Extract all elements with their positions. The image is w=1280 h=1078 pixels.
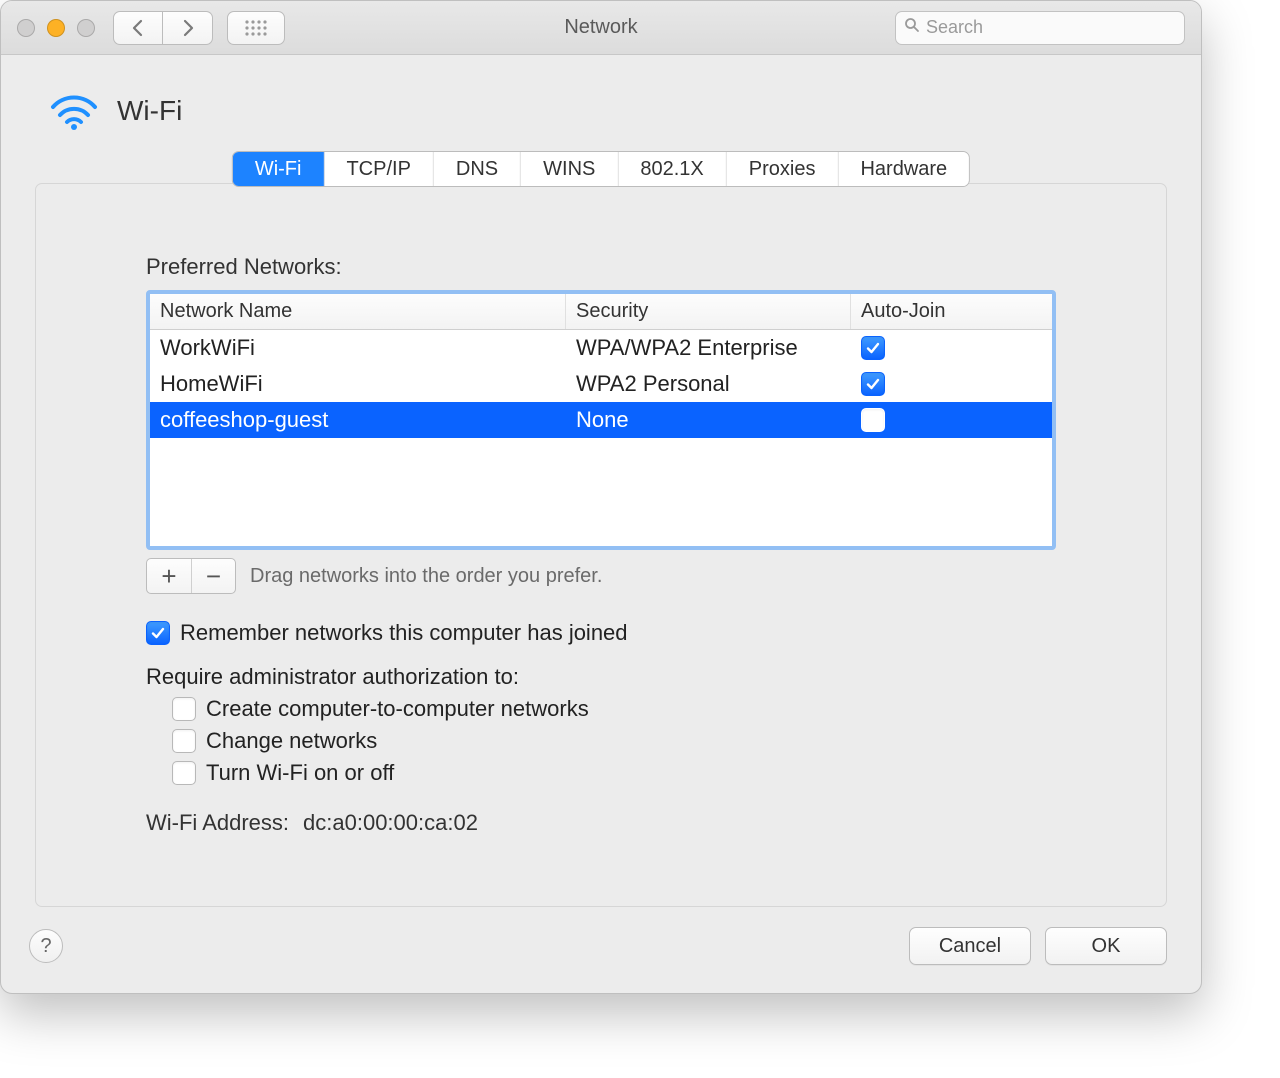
- network-preferences-window: Network Wi-Fi Wi-Fi: [0, 0, 1202, 994]
- tab-bar: Wi-FiTCP/IPDNSWINS802.1XProxiesHardware: [232, 151, 970, 187]
- section-title: Wi-Fi: [117, 95, 182, 127]
- search-icon: [904, 16, 920, 39]
- wifi-address-label: Wi-Fi Address:: [146, 810, 289, 836]
- network-row[interactable]: HomeWiFiWPA2 Personal: [150, 366, 1052, 402]
- require-admin-label: Require administrator authorization to:: [146, 664, 1056, 690]
- content-area: Wi-Fi Wi-FiTCP/IPDNSWINS802.1XProxiesHar…: [1, 55, 1201, 993]
- admin-option-row: Create computer-to-computer networks: [172, 696, 1056, 722]
- network-row[interactable]: coffeeshop-guestNone: [150, 402, 1052, 438]
- admin-option-checkbox[interactable]: [172, 697, 196, 721]
- back-button[interactable]: [113, 11, 163, 45]
- admin-option-label: Turn Wi-Fi on or off: [206, 760, 394, 786]
- cancel-button[interactable]: Cancel: [909, 927, 1031, 965]
- tab-8021x[interactable]: 802.1X: [618, 152, 726, 186]
- network-name: coffeeshop-guest: [150, 402, 566, 438]
- remember-networks-checkbox[interactable]: [146, 621, 170, 645]
- preferred-networks-table[interactable]: Network Name Security Auto-Join WorkWiFi…: [146, 290, 1056, 550]
- preferred-networks-label: Preferred Networks:: [146, 254, 1056, 280]
- help-button[interactable]: ?: [29, 929, 63, 963]
- admin-option-label: Create computer-to-computer networks: [206, 696, 589, 722]
- wifi-panel: Preferred Networks: Network Name Securit…: [35, 183, 1167, 907]
- admin-option-label: Change networks: [206, 728, 377, 754]
- section-header: Wi-Fi: [49, 91, 1167, 131]
- network-autojoin-cell: [851, 366, 1052, 402]
- remember-networks-label: Remember networks this computer has join…: [180, 620, 628, 646]
- table-header: Network Name Security Auto-Join: [150, 294, 1052, 330]
- network-name: HomeWiFi: [150, 366, 566, 402]
- network-autojoin-cell: [851, 330, 1052, 366]
- tab-proxies[interactable]: Proxies: [727, 152, 839, 186]
- add-remove-buttons: + −: [146, 558, 236, 594]
- admin-option-row: Turn Wi-Fi on or off: [172, 760, 1056, 786]
- forward-button[interactable]: [163, 11, 213, 45]
- network-name: WorkWiFi: [150, 330, 566, 366]
- titlebar: Network: [1, 1, 1201, 55]
- network-security: WPA/WPA2 Enterprise: [566, 330, 851, 366]
- search-input[interactable]: [926, 17, 1176, 38]
- tab-tcpip[interactable]: TCP/IP: [324, 152, 433, 186]
- network-row[interactable]: WorkWiFiWPA/WPA2 Enterprise: [150, 330, 1052, 366]
- drag-hint: Drag networks into the order you prefer.: [250, 565, 602, 588]
- zoom-window-button[interactable]: [77, 19, 95, 37]
- add-network-button[interactable]: +: [147, 559, 191, 593]
- admin-option-row: Change networks: [172, 728, 1056, 754]
- window-controls: [17, 19, 95, 37]
- plus-icon: +: [161, 561, 176, 592]
- wifi-icon: [49, 91, 99, 131]
- remember-networks-row: Remember networks this computer has join…: [146, 620, 1056, 646]
- network-security: None: [566, 402, 851, 438]
- remove-network-button[interactable]: −: [191, 559, 235, 593]
- network-security: WPA2 Personal: [566, 366, 851, 402]
- column-network-name[interactable]: Network Name: [150, 294, 566, 329]
- table-body: WorkWiFiWPA/WPA2 EnterpriseHomeWiFiWPA2 …: [150, 330, 1052, 546]
- minimize-window-button[interactable]: [47, 19, 65, 37]
- ok-button[interactable]: OK: [1045, 927, 1167, 965]
- close-window-button[interactable]: [17, 19, 35, 37]
- admin-option-checkbox[interactable]: [172, 729, 196, 753]
- show-all-button[interactable]: [227, 11, 285, 45]
- column-security[interactable]: Security: [566, 294, 851, 329]
- tab-dns[interactable]: DNS: [434, 152, 521, 186]
- tab-wifi[interactable]: Wi-Fi: [233, 152, 325, 186]
- autojoin-checkbox[interactable]: [861, 372, 885, 396]
- wifi-address-row: Wi-Fi Address: dc:a0:00:00:ca:02: [146, 810, 1056, 836]
- wifi-address-value: dc:a0:00:00:ca:02: [303, 810, 478, 836]
- network-autojoin-cell: [851, 402, 1052, 438]
- autojoin-checkbox[interactable]: [861, 336, 885, 360]
- column-auto-join[interactable]: Auto-Join: [851, 294, 1052, 329]
- search-field[interactable]: [895, 11, 1185, 45]
- minus-icon: −: [206, 561, 221, 592]
- tab-hardware[interactable]: Hardware: [838, 152, 969, 186]
- autojoin-checkbox[interactable]: [861, 408, 885, 432]
- admin-option-checkbox[interactable]: [172, 761, 196, 785]
- help-icon: ?: [40, 935, 51, 958]
- tab-wins[interactable]: WINS: [521, 152, 618, 186]
